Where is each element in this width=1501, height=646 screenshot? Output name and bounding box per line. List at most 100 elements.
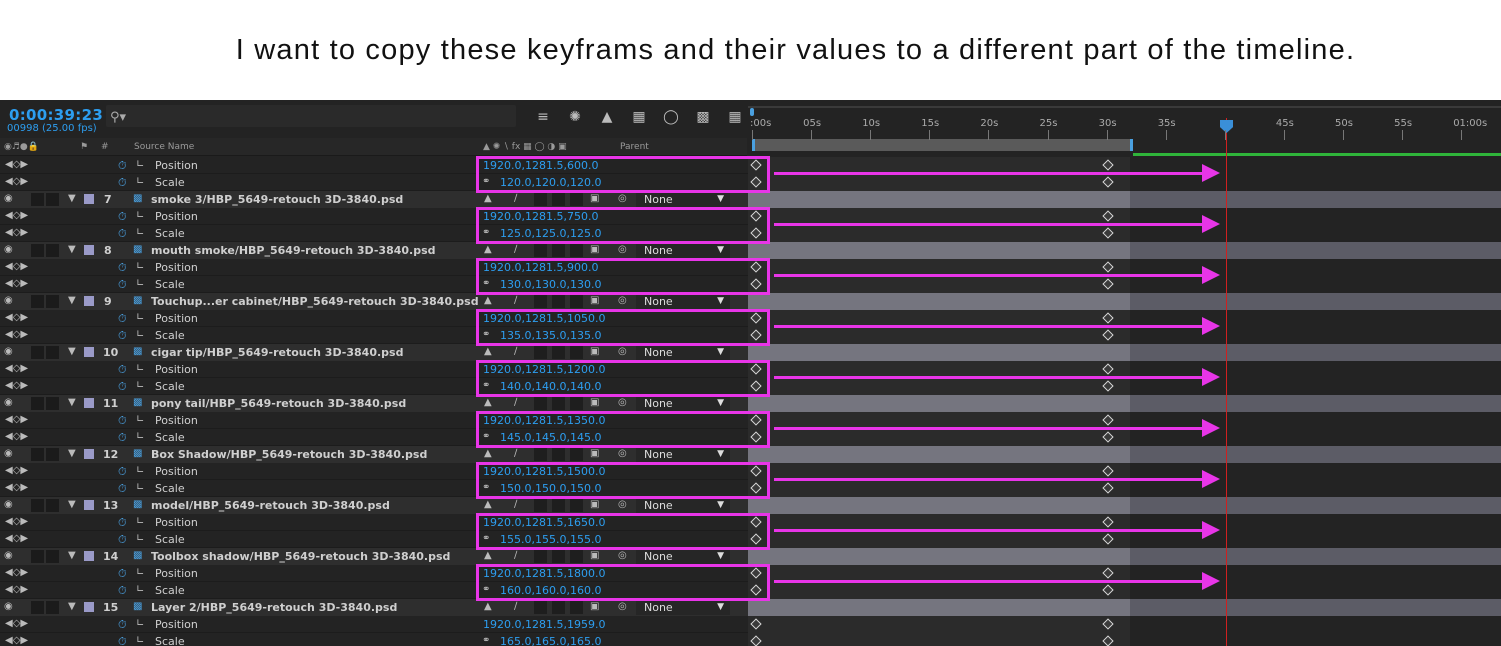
3d-layer-icon[interactable]: ▣ — [590, 295, 599, 306]
property-row[interactable]: ◀◇▶ ⏱ ∟ Position 1920.0,1281.5,900.0 — [0, 259, 1501, 276]
property-value[interactable]: 165.0,165.0,165.0 — [500, 635, 601, 646]
work-area-bar[interactable] — [752, 139, 1133, 151]
layer-duration-bar[interactable] — [748, 344, 1130, 361]
timeline-track-outside[interactable] — [1130, 276, 1501, 293]
property-value[interactable]: 130.0,130.0,130.0 — [500, 278, 601, 291]
audio-toggle[interactable] — [31, 295, 44, 308]
frame-blend-switch[interactable] — [552, 499, 565, 512]
label-color-swatch[interactable] — [84, 449, 94, 459]
constrain-proportions-icon[interactable]: ⚭ — [482, 227, 490, 238]
eye-icon[interactable]: ◉ — [4, 448, 13, 459]
audio-toggle[interactable] — [31, 499, 44, 512]
parent-dropdown[interactable]: None ▼ — [636, 396, 730, 411]
time-navigator-bar[interactable] — [748, 106, 1501, 108]
stopwatch-icon[interactable]: ⏱ — [118, 363, 127, 377]
stopwatch-icon[interactable]: ⏱ — [118, 329, 127, 343]
property-row[interactable]: ◀◇▶ ⏱ ∟ Scale ⚭ 160.0,160.0,160.0 — [0, 582, 1501, 599]
audio-toggle[interactable] — [31, 601, 44, 614]
lock-toggle[interactable] — [46, 499, 59, 512]
pick-whip-icon[interactable]: ◎ — [618, 295, 627, 306]
property-value[interactable]: 1920.0,1281.5,1800.0 — [483, 567, 605, 580]
keyframe-nav-icon[interactable]: ◀◇▶ — [5, 635, 28, 646]
constrain-proportions-icon[interactable]: ⚭ — [482, 431, 490, 442]
quality-switch-icon[interactable]: ∕ — [514, 499, 517, 510]
effect-switch[interactable] — [534, 244, 547, 257]
quality-switch-icon[interactable]: ∕ — [514, 295, 517, 306]
twirl-down-icon[interactable]: ▼ — [68, 397, 76, 408]
layer-duration-bar[interactable] — [748, 497, 1130, 514]
property-row[interactable]: ◀◇▶ ⏱ ∟ Scale ⚭ 165.0,165.0,165.0 — [0, 633, 1501, 646]
3d-layer-icon[interactable]: ▣ — [590, 346, 599, 357]
layer-duration-bar[interactable] — [748, 293, 1130, 310]
property-row[interactable]: ◀◇▶ ⏱ ∟ Position 1920.0,1281.5,1050.0 — [0, 310, 1501, 327]
graph-icon[interactable]: ∟ — [136, 210, 144, 221]
keyframe-nav-icon[interactable]: ◀◇▶ — [5, 261, 28, 272]
timeline-track[interactable] — [748, 378, 1130, 395]
layer-name[interactable]: Touchup...er cabinet/HBP_5649-retouch 3D… — [151, 295, 479, 308]
layer-duration-bar-outside[interactable] — [1130, 497, 1501, 514]
effect-switch[interactable] — [534, 499, 547, 512]
timeline-track-outside[interactable] — [1130, 531, 1501, 548]
stopwatch-icon[interactable]: ⏱ — [118, 159, 127, 173]
quality-switch-icon[interactable]: ∕ — [514, 448, 517, 459]
twirl-down-icon[interactable]: ▼ — [68, 499, 76, 510]
timeline-track-outside[interactable] — [1130, 378, 1501, 395]
parent-dropdown[interactable]: None ▼ — [636, 294, 730, 309]
eye-icon[interactable]: ◉ — [4, 244, 13, 255]
eye-icon[interactable]: ◉ — [4, 346, 13, 357]
eye-icon[interactable]: ◉ — [4, 601, 13, 612]
property-value[interactable]: 1920.0,1281.5,1200.0 — [483, 363, 605, 376]
frame-blend-switch[interactable] — [552, 550, 565, 563]
label-color-swatch[interactable] — [84, 194, 94, 204]
layer-duration-bar-outside[interactable] — [1130, 599, 1501, 616]
motion-blur-switch[interactable] — [570, 346, 583, 359]
quality-switch-icon[interactable]: ∕ — [514, 397, 517, 408]
timeline-track[interactable] — [748, 480, 1130, 497]
property-value[interactable]: 120.0,120.0,120.0 — [500, 176, 601, 189]
motion-blur-switch[interactable] — [570, 397, 583, 410]
stopwatch-icon[interactable]: ⏱ — [118, 227, 127, 241]
property-value[interactable]: 145.0,145.0,145.0 — [500, 431, 601, 444]
keyframe-nav-icon[interactable]: ◀◇▶ — [5, 159, 28, 170]
label-color-swatch[interactable] — [84, 296, 94, 306]
constrain-proportions-icon[interactable]: ⚭ — [482, 482, 490, 493]
graph-icon[interactable]: ∟ — [136, 363, 144, 374]
stopwatch-icon[interactable]: ⏱ — [118, 278, 127, 292]
shy-switch-icon[interactable]: ▲ — [484, 193, 492, 204]
3d-layer-icon[interactable]: ▣ — [590, 397, 599, 408]
constrain-proportions-icon[interactable]: ⚭ — [482, 533, 490, 544]
timeline-track-outside[interactable] — [1130, 480, 1501, 497]
layer-row[interactable]: ◉ ▼ 10 ▩ cigar tip/HBP_5649-retouch 3D-3840.… — [0, 344, 1501, 361]
twirl-down-icon[interactable]: ▼ — [68, 295, 76, 306]
property-value[interactable]: 1920.0,1281.5,1959.0 — [483, 618, 605, 631]
shy-switch-icon[interactable]: ▲ — [484, 601, 492, 612]
lock-toggle[interactable] — [46, 448, 59, 461]
eye-icon[interactable]: ◉ — [4, 499, 13, 510]
layer-duration-bar[interactable] — [748, 191, 1130, 208]
constrain-proportions-icon[interactable]: ⚭ — [482, 584, 490, 595]
property-value[interactable]: 1920.0,1281.5,900.0 — [483, 261, 598, 274]
graph-editor-icon[interactable]: ▩ — [690, 106, 716, 128]
frame-blend-switch[interactable] — [552, 346, 565, 359]
timeline-track[interactable] — [748, 225, 1130, 242]
property-row[interactable]: ◀◇▶ ⏱ ∟ Position 1920.0,1281.5,600.0 — [0, 157, 1501, 174]
property-value[interactable]: 1920.0,1281.5,1050.0 — [483, 312, 605, 325]
layer-row[interactable]: ◉ ▼ 13 ▩ model/HBP_5649-retouch 3D-3840.psd ▲… — [0, 497, 1501, 514]
lock-toggle[interactable] — [46, 244, 59, 257]
effect-switch[interactable] — [534, 397, 547, 410]
audio-toggle[interactable] — [31, 550, 44, 563]
keyframe-nav-icon[interactable]: ◀◇▶ — [5, 210, 28, 221]
layer-name[interactable]: mouth smoke/HBP_5649-retouch 3D-3840.psd — [151, 244, 436, 257]
label-color-swatch[interactable] — [84, 347, 94, 357]
graph-icon[interactable]: ∟ — [136, 465, 144, 476]
graph-icon[interactable]: ∟ — [136, 414, 144, 425]
comp-mini-flowchart-icon[interactable]: ≡ — [530, 106, 556, 128]
layer-row[interactable]: ◉ ▼ 8 ▩ mouth smoke/HBP_5649-retouch 3D-3840… — [0, 242, 1501, 259]
3d-layer-icon[interactable]: ▣ — [590, 601, 599, 612]
layer-duration-bar-outside[interactable] — [1130, 548, 1501, 565]
timeline-track-outside[interactable] — [1130, 633, 1501, 646]
keyframe-nav-icon[interactable]: ◀◇▶ — [5, 414, 28, 425]
timeline-track[interactable] — [748, 276, 1130, 293]
frame-blend-switch[interactable] — [552, 397, 565, 410]
frame-blend-switch[interactable] — [552, 193, 565, 206]
